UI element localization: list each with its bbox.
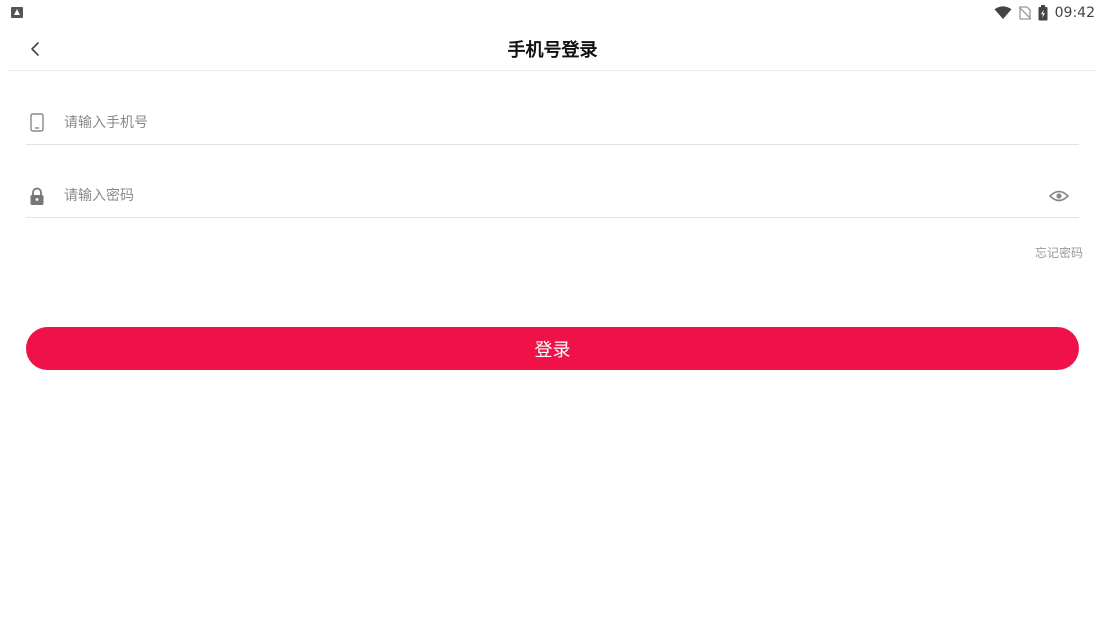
- status-time: 09:42: [1054, 5, 1095, 21]
- status-indicators: 09:42: [994, 3, 1095, 23]
- login-button[interactable]: 登录: [26, 327, 1079, 370]
- phone-input[interactable]: [64, 110, 964, 136]
- password-input[interactable]: [64, 183, 964, 209]
- nav-header: 手机号登录: [8, 26, 1097, 71]
- battery-icon: [1038, 5, 1048, 21]
- wifi-icon: [994, 6, 1012, 19]
- no-sim-icon: [1018, 6, 1031, 20]
- login-screen: 09:42 手机号登录 忘记密码 登录: [0, 0, 1105, 617]
- lock-icon: [30, 187, 44, 205]
- status-bar: 09:42: [0, 0, 1105, 26]
- page-title: 手机号登录: [507, 40, 598, 61]
- eye-icon[interactable]: [1049, 188, 1069, 204]
- forgot-password-link[interactable]: 忘记密码: [1035, 244, 1083, 261]
- app-notification-icon: [11, 7, 23, 18]
- phone-icon: [30, 113, 44, 132]
- password-field-row: [26, 175, 1079, 218]
- phone-field-row: [26, 102, 1079, 145]
